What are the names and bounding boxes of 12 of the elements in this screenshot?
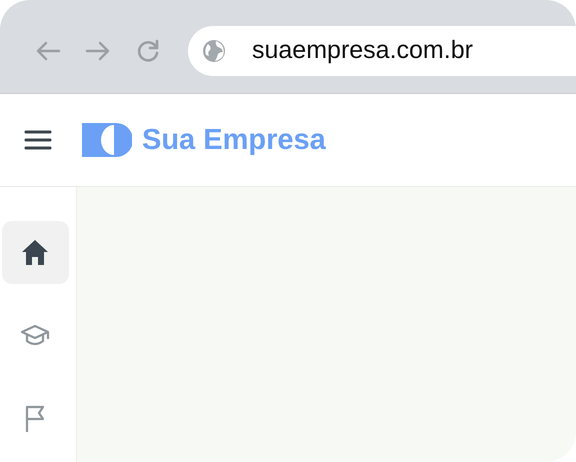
reload-icon[interactable] [135,38,161,64]
url-text: suaempresa.com.br [252,36,473,65]
back-arrow-icon[interactable] [35,40,61,62]
globe-icon [202,38,226,62]
brand-name: Sua Empresa [142,124,326,156]
sidebar-item[interactable] [2,221,68,284]
logo-icon [82,123,132,157]
menu-icon[interactable] [24,128,52,152]
flag-icon [24,404,46,432]
address-bar[interactable]: suaempresa.com.br [188,26,576,76]
home-icon [21,239,49,266]
forward-arrow-icon[interactable] [85,40,111,62]
